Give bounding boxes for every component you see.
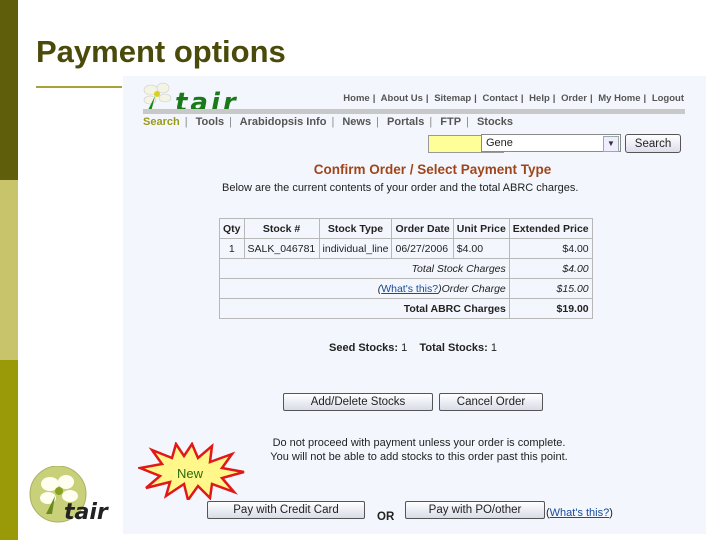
main-nav: Search | Tools | Arabidopsis Info | News | P… (143, 116, 514, 128)
cancel-order-button[interactable]: Cancel Order (439, 393, 543, 411)
search-type-value: Gene (486, 137, 513, 149)
cell-order-date: 06/27/2006 (391, 238, 454, 259)
payment-warning: Do not proceed with payment unless your … (249, 436, 589, 464)
whats-this-order-charge-link[interactable]: What's this? (381, 283, 438, 295)
col-order-date: Order Date (391, 218, 454, 239)
total-stock-charges-value: $4.00 (508, 258, 593, 279)
top-nav: Home | About Us | Sitemap | Contact | Help | … (343, 93, 684, 104)
top-nav-help[interactable]: Help (529, 93, 550, 104)
top-nav-sitemap[interactable]: Sitemap (434, 93, 471, 104)
tair-corner-logo: tair (28, 466, 108, 528)
col-unit-price: Unit Price (452, 218, 510, 239)
order-table: Qty Stock # Stock Type Order Date Unit P… (219, 218, 593, 319)
top-nav-about-us[interactable]: About Us (381, 93, 423, 104)
slide-band-light (0, 180, 18, 360)
order-charge-label: Order Charge (441, 282, 506, 295)
col-stock-number: Stock # (243, 218, 320, 239)
main-nav-stocks[interactable]: Stocks (477, 116, 513, 128)
col-qty: Qty (219, 218, 245, 239)
order-charge-row: (What's this?)Order Charge $15.00 (219, 278, 593, 299)
seed-stocks-label: Seed Stocks: (329, 342, 399, 354)
order-charge-cell: (What's this?)Order Charge (219, 278, 510, 299)
corner-logo-text: tair (64, 500, 108, 525)
stocks-summary: Seed Stocks: 1 Total Stocks: 1 (329, 342, 497, 354)
page-heading: Confirm Order / Select Payment Type (313, 162, 552, 177)
nav-divider-bar (143, 109, 685, 114)
cell-extended-price: $4.00 (508, 238, 593, 259)
top-nav-order[interactable]: Order (561, 93, 587, 104)
col-extended-price: Extended Price (508, 218, 593, 239)
search-type-select[interactable]: Gene ▼ (481, 134, 621, 152)
top-nav-contact[interactable]: Contact (482, 93, 517, 104)
total-abrc-label: Total ABRC Charges (219, 298, 510, 319)
seed-stocks-value: 1 (401, 342, 408, 354)
order-charge-value: $15.00 (508, 278, 593, 299)
cell-unit-price: $4.00 (452, 238, 510, 259)
page-heading-row: Confirm Order / Select Payment Type (123, 162, 706, 177)
table-header-row: Qty Stock # Stock Type Order Date Unit P… (219, 218, 593, 239)
main-nav-news[interactable]: News (342, 116, 371, 128)
top-nav-logout[interactable]: Logout (652, 93, 684, 104)
main-nav-arabidopsis-info[interactable]: Arabidopsis Info (240, 116, 327, 128)
main-nav-search[interactable]: Search (143, 116, 180, 128)
add-delete-stocks-button[interactable]: Add/Delete Stocks (283, 393, 433, 411)
main-nav-portals[interactable]: Portals (387, 116, 424, 128)
cell-stock-type: individual_line (318, 238, 393, 259)
search-button[interactable]: Search (625, 134, 681, 153)
slide-title: Payment options (36, 34, 286, 69)
total-stocks-label: Total Stocks: (419, 342, 488, 354)
whats-this-payment-link[interactable]: What's this? (550, 507, 610, 519)
whats-this-payment: (What's this?) (546, 507, 613, 519)
cell-stock-number: SALK_046781 (243, 238, 320, 259)
new-badge-text: New (177, 466, 204, 481)
slide-band-dark (0, 0, 18, 180)
total-abrc-row: Total ABRC Charges $19.00 (219, 298, 593, 319)
chevron-down-icon[interactable]: ▼ (603, 136, 619, 152)
total-stock-charges-row: Total Stock Charges $4.00 (219, 258, 593, 279)
total-stock-charges-label: Total Stock Charges (219, 258, 510, 279)
pay-credit-card-button[interactable]: Pay with Credit Card (207, 501, 365, 519)
table-row: 1 SALK_046781 individual_line 06/27/2006… (219, 238, 593, 259)
title-underline (36, 86, 122, 88)
total-abrc-value: $19.00 (508, 298, 593, 319)
cell-qty: 1 (219, 238, 245, 259)
col-stock-type: Stock Type (318, 218, 393, 239)
or-label: OR (377, 511, 395, 523)
page-intro: Below are the current contents of your o… (222, 182, 579, 194)
main-nav-tools[interactable]: Tools (196, 116, 225, 128)
total-stocks-value: 1 (490, 342, 497, 354)
top-nav-home[interactable]: Home (343, 93, 369, 104)
slide-band-mid (0, 360, 18, 540)
main-nav-ftp[interactable]: FTP (440, 116, 461, 128)
warning-line-1: Do not proceed with payment unless your … (272, 437, 566, 449)
top-nav-my-home[interactable]: My Home (598, 93, 640, 104)
new-burst-badge: New (138, 442, 246, 500)
pay-po-other-button[interactable]: Pay with PO/other (405, 501, 545, 519)
warning-line-2: You will not be able to add stocks to th… (270, 451, 568, 463)
